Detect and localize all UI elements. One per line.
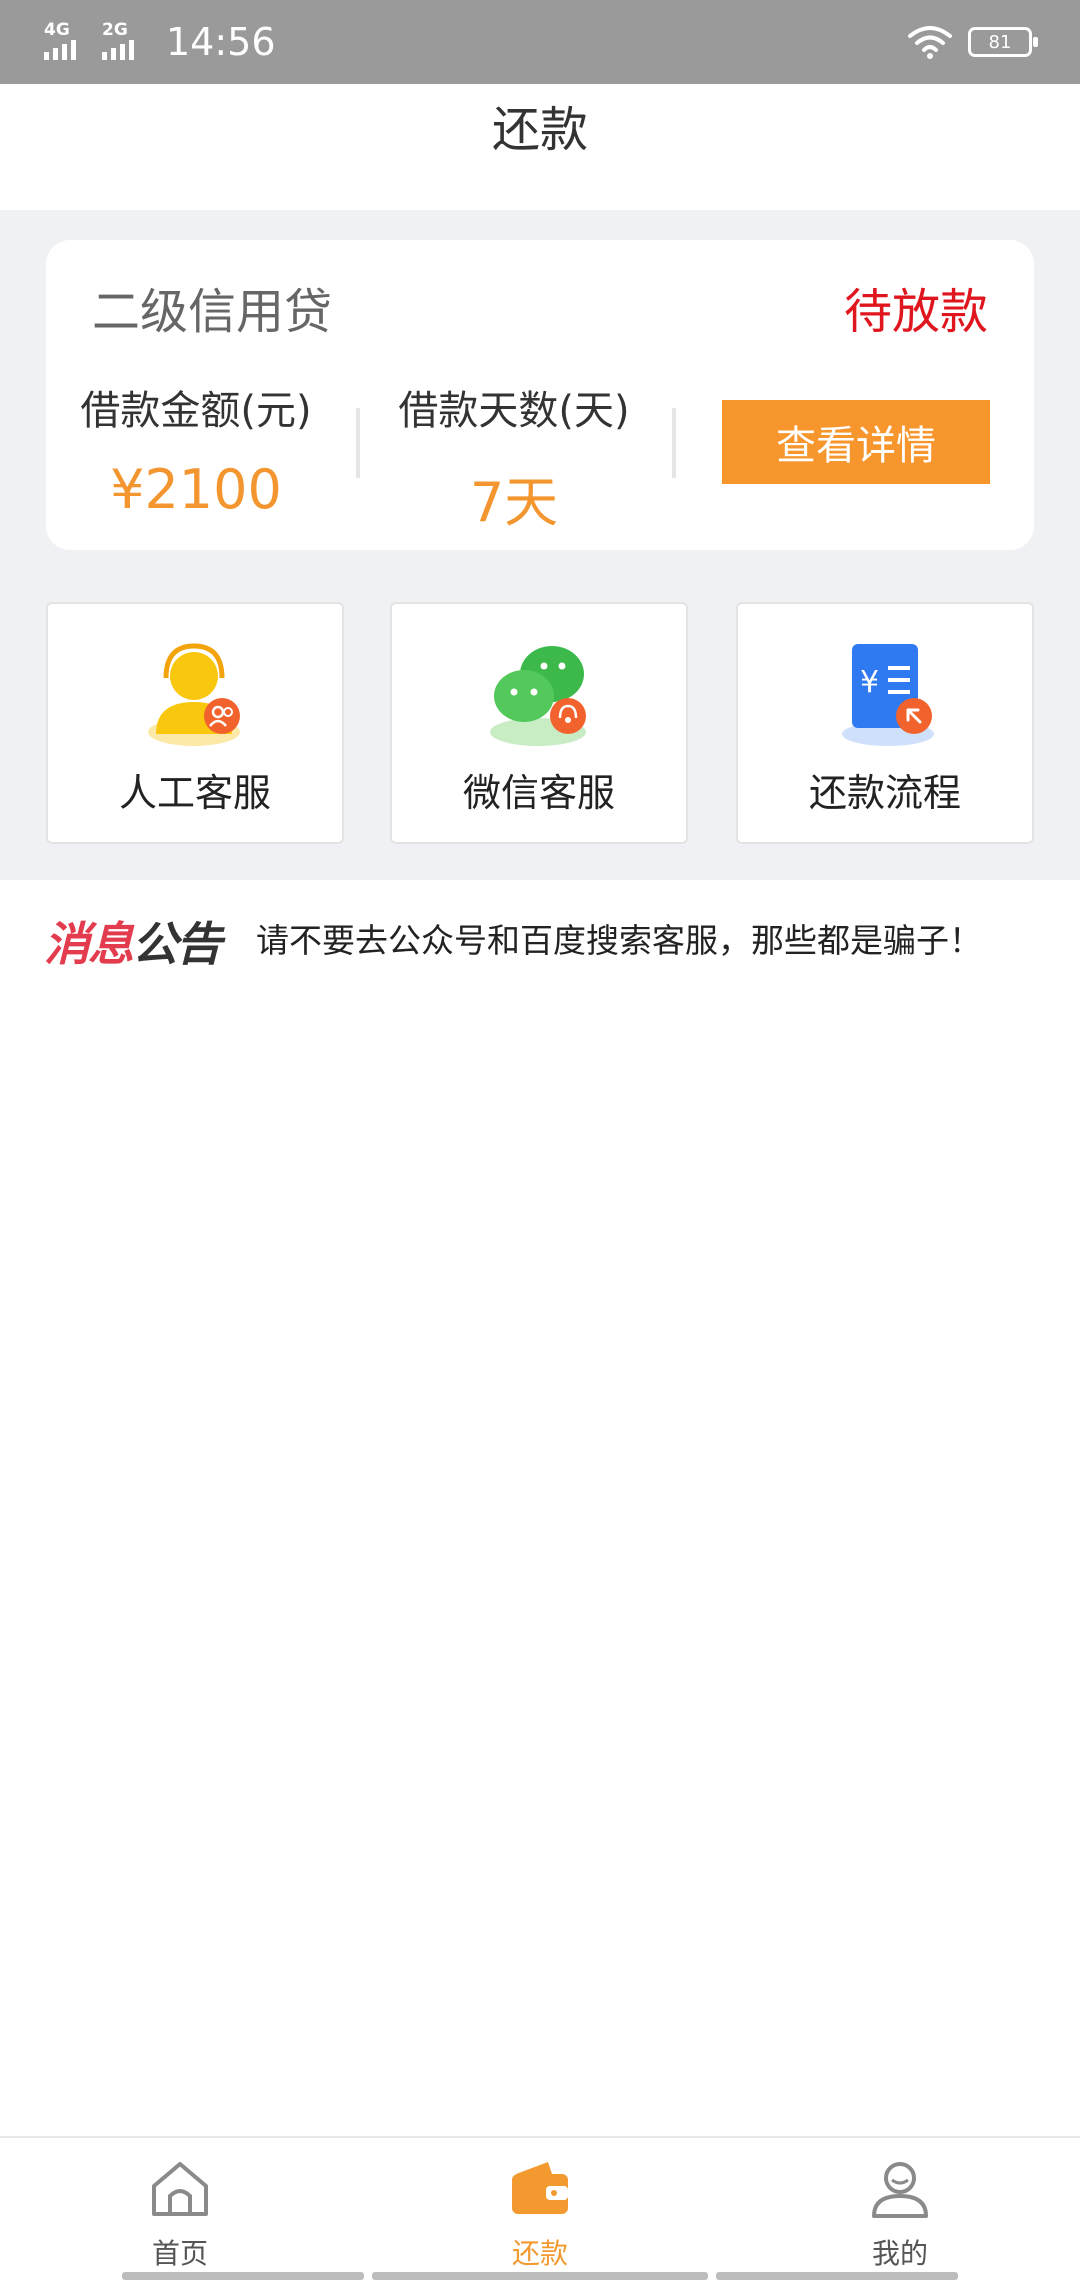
loan-days-value: 7天 [469,471,559,534]
loan-days-label: 借款天数(天) [398,388,630,434]
tile-repayment-process[interactable]: ¥ 还款流程 [736,602,1034,844]
loan-product-name: 二级信用贷 [92,284,333,340]
status-left: 4G 2G 14:56 [44,16,276,68]
loan-amount: 借款金额(元) ¥2100 [46,378,346,521]
loan-amount-value: ¥2100 [110,458,282,521]
wechat-icon [490,646,586,746]
divider [356,408,360,478]
loan-status: 待放款 [843,284,988,340]
clock: 14:56 [166,20,276,64]
battery-level: 81 [988,31,1012,53]
battery-icon: 81 [968,27,1038,57]
view-details-button[interactable]: 查看详情 [722,400,990,484]
nav-label: 我的 [871,2237,928,2270]
title-bar: 还款 [0,84,1080,210]
nav-item-home[interactable]: 首页 [0,2138,360,2280]
tile-customer-service[interactable]: 人工客服 [46,602,344,844]
gesture-bar [716,2272,958,2280]
nav-label: 还款 [511,2237,568,2270]
status-right: 81 [906,20,1038,64]
gesture-bar [122,2272,364,2280]
loan-card: 二级信用贷 待放款 借款金额(元) ¥2100 借款天数(天) 7天 查看详情 [46,240,1034,550]
tile-wechat-service[interactable]: 微信客服 [390,602,688,844]
repayment-process-icon: ¥ [842,644,934,746]
profile-icon [872,2162,928,2218]
divider [672,408,676,478]
status-bar: 4G 2G 14:56 81 [0,0,1080,84]
gesture-bar [372,2272,708,2280]
network-type-2: 2G [102,20,128,40]
loan-days: 借款天数(天) 7天 [364,378,664,537]
customer-service-icon [148,643,240,746]
signal-icon-2: 2G [102,20,150,62]
wallet-icon [512,2162,568,2214]
network-type-1: 4G [44,20,70,40]
tile-label: 还款流程 [808,771,961,815]
nav-label: 首页 [151,2237,208,2270]
loan-amount-label: 借款金额(元) [80,388,312,434]
notice-text: 请不要去公众号和百度搜索客服，那些都是骗子！ [256,921,982,960]
bottom-nav: 首页 还款 我的 [0,2136,1080,2280]
svg-text:¥: ¥ [860,665,879,700]
tile-label: 微信客服 [462,771,615,815]
home-icon [152,2162,208,2216]
signal-icon: 4G [44,20,92,62]
nav-item-profile[interactable]: 我的 [720,2138,1080,2280]
wifi-icon [908,26,952,59]
notice-bar[interactable]: 消息公告 请不要去公众号和百度搜索客服，那些都是骗子！ [0,880,1080,986]
notice-logo: 消息公告 [44,917,222,971]
nav-item-repayment[interactable]: 还款 [360,2138,720,2280]
tile-label: 人工客服 [118,771,271,815]
page-title: 还款 [491,102,588,158]
